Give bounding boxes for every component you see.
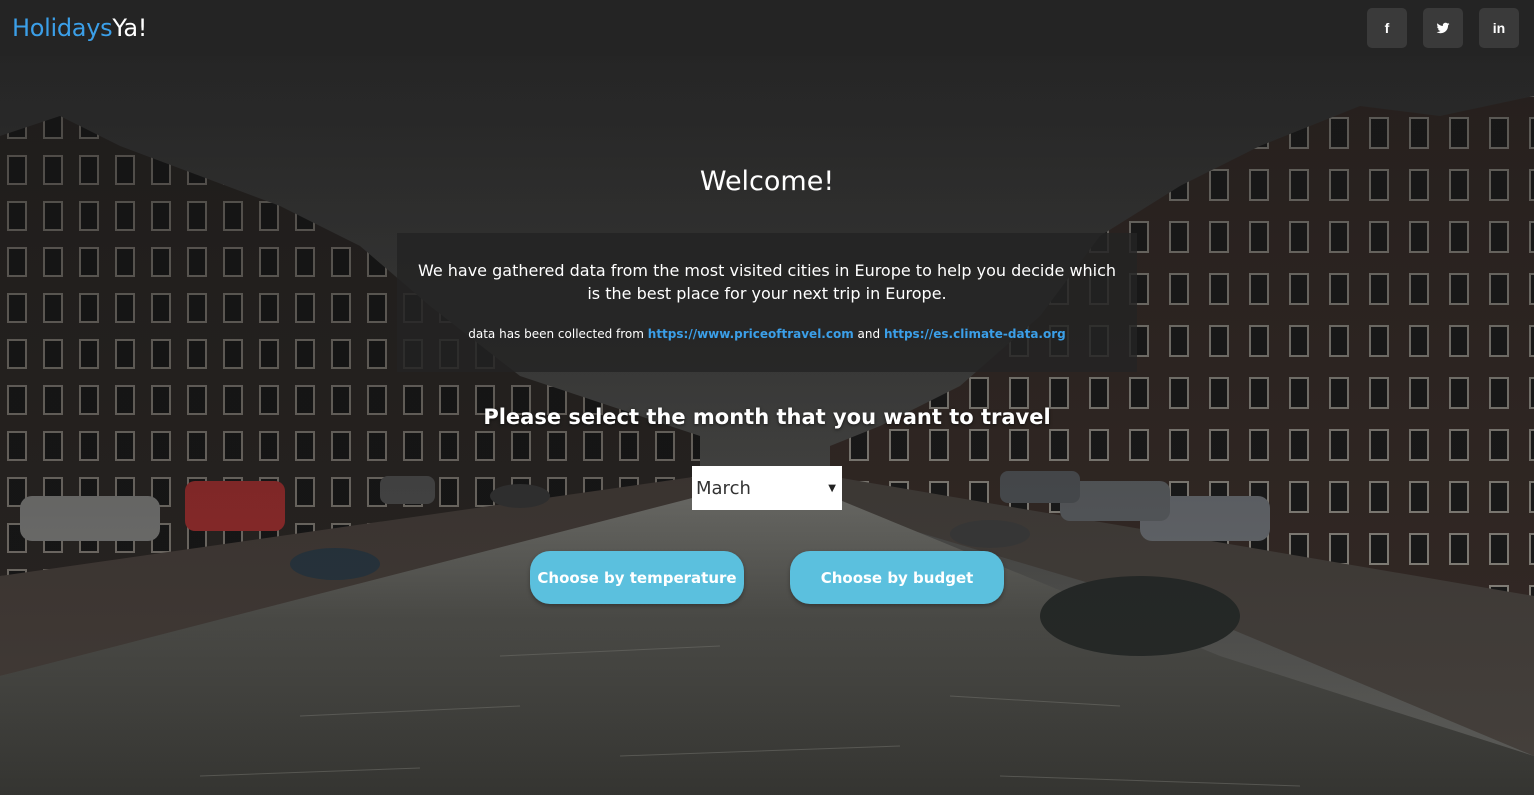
month-select-value: March [696,477,751,499]
twitter-icon [1436,22,1450,34]
twitter-button[interactable] [1423,8,1463,48]
choose-by-temperature-button[interactable]: Choose by temperature [530,551,744,604]
social-links: f in [1367,8,1519,48]
source-prefix: data has been collected from [468,327,648,341]
brand-name-part2: Ya! [112,14,148,42]
navbar: HolidaysYa! f in [0,0,1534,56]
month-prompt: Please select the month that you want to… [483,405,1051,429]
source-line: data has been collected from https://www… [397,327,1137,341]
caret-down-icon: ▼ [828,482,836,494]
brand-logo[interactable]: HolidaysYa! [12,14,147,42]
facebook-button[interactable]: f [1367,8,1407,48]
brand-name-part1: Holidays [12,14,113,42]
climate-data-link[interactable]: https://es.climate-data.org [884,327,1066,341]
month-select[interactable]: March ▼ [692,466,842,510]
linkedin-icon: in [1492,20,1506,36]
facebook-icon: f [1384,20,1390,36]
choose-by-budget-button[interactable]: Choose by budget [790,551,1004,604]
welcome-heading: Welcome! [699,166,835,197]
linkedin-button[interactable]: in [1479,8,1519,48]
info-text: We have gathered data from the most visi… [417,261,1117,303]
priceoftravel-link[interactable]: https://www.priceoftravel.com [648,327,854,341]
info-panel: We have gathered data from the most visi… [397,233,1137,372]
source-and: and [853,327,884,341]
